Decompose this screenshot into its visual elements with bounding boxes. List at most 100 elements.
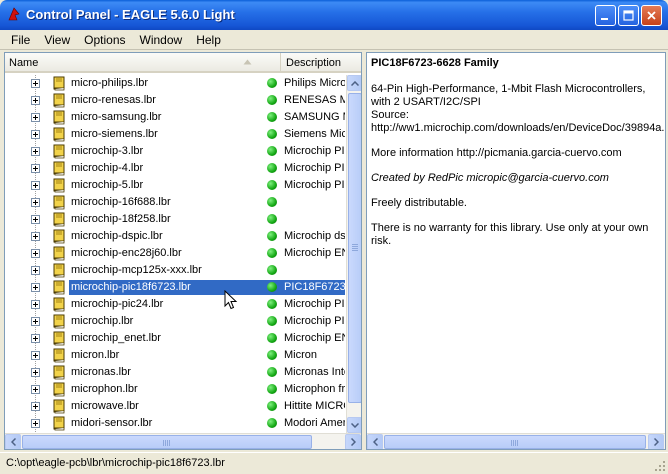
expand-icon[interactable] [31,198,40,207]
in-use-status-icon[interactable] [267,214,277,224]
tree-row[interactable]: microwave.lbr Hittite MICRO [5,398,345,415]
expand-icon[interactable] [31,266,40,275]
details-horizontal-scrollbar[interactable] [367,433,665,449]
in-use-status-icon[interactable] [267,401,277,411]
library-description: Microchip ENC [284,247,345,259]
expand-icon[interactable] [31,164,40,173]
in-use-status-icon[interactable] [267,418,277,428]
menu-file[interactable]: File [4,31,37,49]
expand-icon[interactable] [31,368,40,377]
tree-row[interactable]: microchip-mcp125x-xxx.lbr [5,262,345,279]
in-use-status-icon[interactable] [267,146,277,156]
library-name: microchip-pic24.lbr [71,298,164,310]
expand-icon[interactable] [31,113,40,122]
in-use-status-icon[interactable] [267,248,277,258]
details-scroll-left-button[interactable] [367,434,383,449]
expand-icon[interactable] [31,402,40,411]
in-use-status-icon[interactable] [267,316,277,326]
tree-row[interactable]: micro-philips.lbr Philips Microc [5,75,345,92]
in-use-status-icon[interactable] [267,112,277,122]
menu-options[interactable]: Options [77,31,132,49]
tree-row[interactable]: microchip-enc28j60.lbr Microchip ENC [5,245,345,262]
library-book-icon [53,195,65,210]
in-use-status-icon[interactable] [267,367,277,377]
scroll-up-button[interactable] [347,75,361,91]
horizontal-scrollbar[interactable] [5,433,361,449]
tree-row[interactable]: microchip-18f258.lbr [5,211,345,228]
in-use-status-icon[interactable] [267,95,277,105]
tree-row-selected[interactable]: microchip-pic18f6723.lbr PIC18F6723- [5,279,345,296]
library-book-icon [53,110,65,125]
in-use-status-icon[interactable] [267,350,277,360]
expand-icon[interactable] [31,96,40,105]
in-use-status-icon[interactable] [267,265,277,275]
in-use-status-icon[interactable] [267,384,277,394]
maximize-button[interactable] [618,5,639,26]
close-button[interactable] [641,5,662,26]
in-use-status-icon[interactable] [267,299,277,309]
vertical-scrollbar[interactable] [346,75,361,433]
library-description: Micron [284,349,318,361]
column-header-description[interactable]: Description [282,53,361,73]
library-description: Microchip PIC [284,145,345,157]
expand-icon[interactable] [31,249,40,258]
expand-icon[interactable] [31,334,40,343]
menu-window[interactable]: Window [133,31,190,49]
in-use-status-icon[interactable] [267,163,277,173]
menu-help[interactable]: Help [189,31,228,49]
library-description [282,263,345,278]
tree-row[interactable]: microchip-dspic.lbr Microchip dsP [5,228,345,245]
expand-icon[interactable] [31,79,40,88]
scroll-down-button[interactable] [347,417,361,433]
column-header-name[interactable]: Name [5,53,281,73]
expand-icon[interactable] [31,232,40,241]
expand-icon[interactable] [31,215,40,224]
in-use-status-icon[interactable] [267,180,277,190]
tree-row[interactable]: midori-sensor.lbr Modori Ameri [5,415,345,432]
in-use-status-icon[interactable] [267,78,277,88]
details-more-info[interactable]: More information http://picmania.garcia-… [371,147,665,160]
tree-row[interactable]: microchip-3.lbr Microchip PIC [5,143,345,160]
expand-icon[interactable] [31,351,40,360]
window-title: Control Panel - EAGLE 5.6.0 Light [26,7,235,22]
expand-icon[interactable] [31,181,40,190]
scroll-left-button[interactable] [5,434,21,449]
tree-row[interactable]: microchip.lbr Microchip PIC [5,313,345,330]
in-use-status-icon[interactable] [267,282,277,292]
details-horizontal-scroll-thumb[interactable] [384,435,646,449]
expand-icon[interactable] [31,317,40,326]
tree-row[interactable]: micron.lbr Micron [5,347,345,364]
library-description: Microchip dsP [284,230,345,242]
library-name: micro-samsung.lbr [71,111,162,123]
details-scroll-right-button[interactable] [648,434,664,449]
expand-icon[interactable] [31,147,40,156]
tree-row[interactable]: microchip_enet.lbr Microchip ENC [5,330,345,347]
in-use-status-icon[interactable] [267,129,277,139]
details-source-url[interactable]: http://ww1.microchip.com/downloads/en/De… [371,122,665,134]
expand-icon[interactable] [31,385,40,394]
expand-icon[interactable] [31,130,40,139]
scroll-right-button[interactable] [345,434,361,449]
minimize-button[interactable] [595,5,616,26]
expand-icon[interactable] [31,419,40,428]
tree-row[interactable]: micro-renesas.lbr RENESAS Mic [5,92,345,109]
in-use-status-icon[interactable] [267,197,277,207]
title-bar[interactable]: Control Panel - EAGLE 5.6.0 Light [0,0,668,30]
tree-row[interactable]: micronas.lbr Micronas Inte [5,364,345,381]
menu-view[interactable]: View [37,31,77,49]
tree-row[interactable]: micro-siemens.lbr Siemens Micr [5,126,345,143]
tree-row[interactable]: microchip-4.lbr Microchip PIC [5,160,345,177]
in-use-status-icon[interactable] [267,231,277,241]
horizontal-scroll-thumb[interactable] [22,435,312,449]
in-use-status-icon[interactable] [267,333,277,343]
vertical-scroll-thumb[interactable] [348,93,361,403]
resize-grip-icon[interactable] [654,460,666,472]
expand-icon[interactable] [31,300,40,309]
library-name: microwave.lbr [71,400,139,412]
tree-row[interactable]: micro-samsung.lbr SAMSUNG Mi [5,109,345,126]
tree-row[interactable]: microchip-5.lbr Microchip PIC [5,177,345,194]
tree-row[interactable]: microchip-pic24.lbr Microchip PIC [5,296,345,313]
expand-icon[interactable] [31,283,40,292]
tree-row[interactable]: microchip-16f688.lbr [5,194,345,211]
tree-row[interactable]: microphon.lbr Microphon fro [5,381,345,398]
